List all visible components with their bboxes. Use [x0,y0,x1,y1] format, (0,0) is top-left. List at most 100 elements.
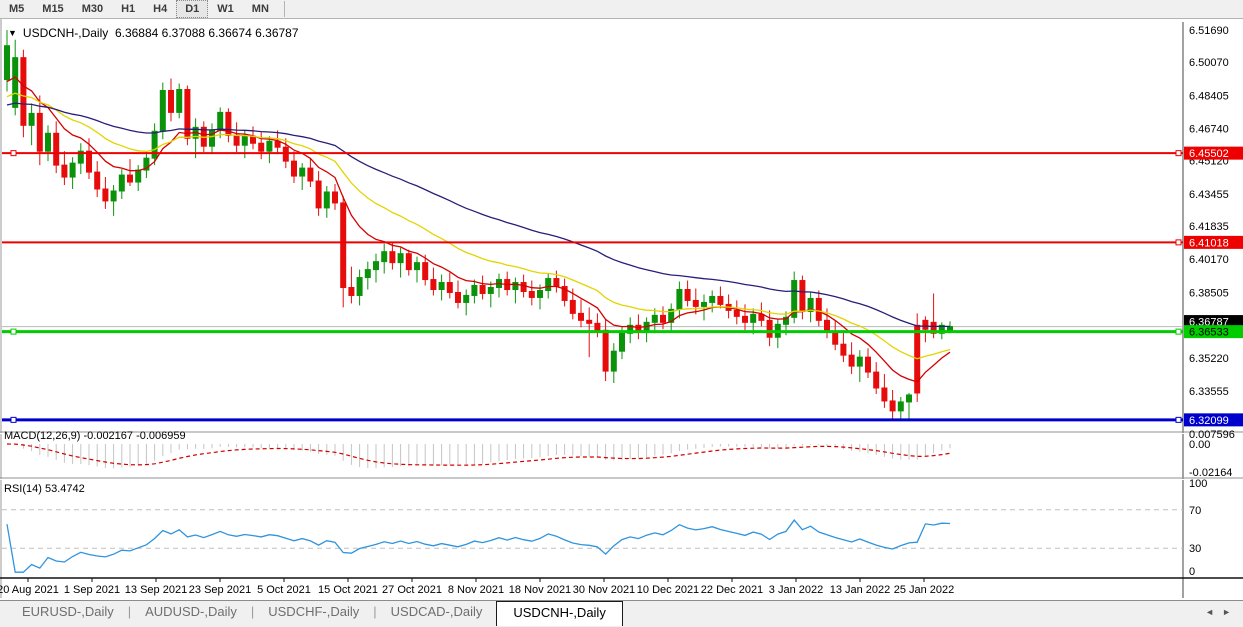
date-label: 8 Nov 2021 [448,584,504,596]
candle [431,280,436,290]
candle [333,192,338,203]
timeframe-button-d1[interactable]: D1 [176,0,208,18]
date-label: 10 Dec 2021 [637,584,699,596]
candle [374,262,379,270]
candle [718,296,723,304]
candle [316,181,321,208]
chart-window: 6.516906.500706.484056.467406.451206.434… [0,19,1243,600]
tab-scroll-left-button[interactable]: ◄ [1205,607,1222,617]
tab-scroll-right-button[interactable]: ► [1222,607,1239,617]
candle [480,286,485,294]
candle [611,351,616,371]
level-handle[interactable] [1176,329,1181,334]
rsi-indicator-label: RSI(14) 53.4742 [4,483,85,495]
candle [874,372,879,388]
candle [800,281,805,312]
candle [128,175,133,182]
chart-tab-eurusd[interactable]: EURUSD-,Daily [8,601,128,623]
chart-tab-usdchf[interactable]: USDCHF-,Daily [254,601,373,623]
candle [759,314,764,320]
candle [603,330,608,371]
candle [743,316,748,322]
tab-scroll-arrows[interactable]: ◄► [1205,607,1239,617]
candle [529,291,534,297]
level-handle[interactable] [1176,151,1181,156]
candle [37,113,42,151]
candle [365,270,370,278]
terminal-window: M5M15M30H1H4D1W1MN 6.516906.500706.48405… [0,0,1243,627]
price-chart[interactable]: 6.516906.500706.484056.467406.451206.434… [0,19,1243,600]
price-tick-label: 6.48405 [1189,90,1229,102]
candle [890,401,895,411]
candle [234,135,239,145]
candle [587,320,592,323]
level-handle[interactable] [1176,417,1181,422]
date-label: 5 Oct 2021 [257,584,311,596]
candle [652,315,657,322]
timeframe-button-h4[interactable]: H4 [144,0,176,18]
candle [341,203,346,288]
timeframe-button-m30[interactable]: M30 [73,0,112,18]
candle [693,300,698,306]
candle [579,313,584,320]
candle [242,136,247,145]
date-label: 27 Oct 2021 [382,584,442,596]
date-label: 3 Jan 2022 [769,584,823,596]
candle [54,133,59,165]
toolbar-separator [284,1,285,17]
rsi-line [7,520,950,572]
candle [447,283,452,293]
ohlc-open: 6.36884 [115,26,158,40]
date-label: 23 Sep 2021 [189,584,251,596]
timeframe-button-h1[interactable]: H1 [112,0,144,18]
rsi-axis-label: 100 [1189,478,1207,490]
price-tick-label: 6.43455 [1189,189,1229,201]
price-tick-label: 6.50070 [1189,57,1229,69]
candle [595,323,600,330]
level-handle[interactable] [1176,240,1181,245]
chart-tab-audusd[interactable]: AUDUSD-,Daily [131,601,251,623]
rsi-axis-label: 70 [1189,505,1201,517]
candle [415,263,420,270]
macd-signal-line [7,444,950,465]
chart-tab-usdcad[interactable]: USDCAD-,Daily [377,601,497,623]
level-badge: 6.36533 [1189,327,1229,339]
level-handle[interactable] [11,417,16,422]
level-handle[interactable] [11,329,16,334]
candle [267,141,272,151]
chart-title: ▼USDCNH-,Daily 6.36884 6.37088 6.36674 6… [8,26,299,40]
candle [357,278,362,296]
candle [882,388,887,401]
timeframe-button-w1[interactable]: W1 [208,0,243,18]
candle [324,192,329,208]
date-label: 1 Sep 2021 [64,584,120,596]
level-badge: 6.41018 [1189,237,1229,249]
rsi-axis-label: 0 [1189,566,1195,578]
candle [251,136,256,143]
date-label: 30 Nov 2021 [573,584,635,596]
candle [538,290,543,297]
candle [439,283,444,290]
candle [70,163,75,177]
candle [554,279,559,287]
level-handle[interactable] [11,151,16,156]
timeframe-button-m15[interactable]: M15 [33,0,72,18]
candle [767,320,772,337]
level-badge: 6.32099 [1189,415,1229,427]
date-label: 15 Oct 2021 [318,584,378,596]
candle [866,357,871,372]
candle [308,168,313,181]
chart-tab-usdcnh[interactable]: USDCNH-,Daily [496,601,622,626]
candle [472,286,477,296]
timeframe-button-mn[interactable]: MN [243,0,278,18]
timeframe-button-m5[interactable]: M5 [0,0,33,18]
candle [816,298,821,320]
candle [898,402,903,411]
candle [111,191,116,201]
candle [21,58,26,126]
candle [710,296,715,302]
candle [570,300,575,313]
candle [283,147,288,161]
candle [488,288,493,294]
candle [46,133,51,151]
